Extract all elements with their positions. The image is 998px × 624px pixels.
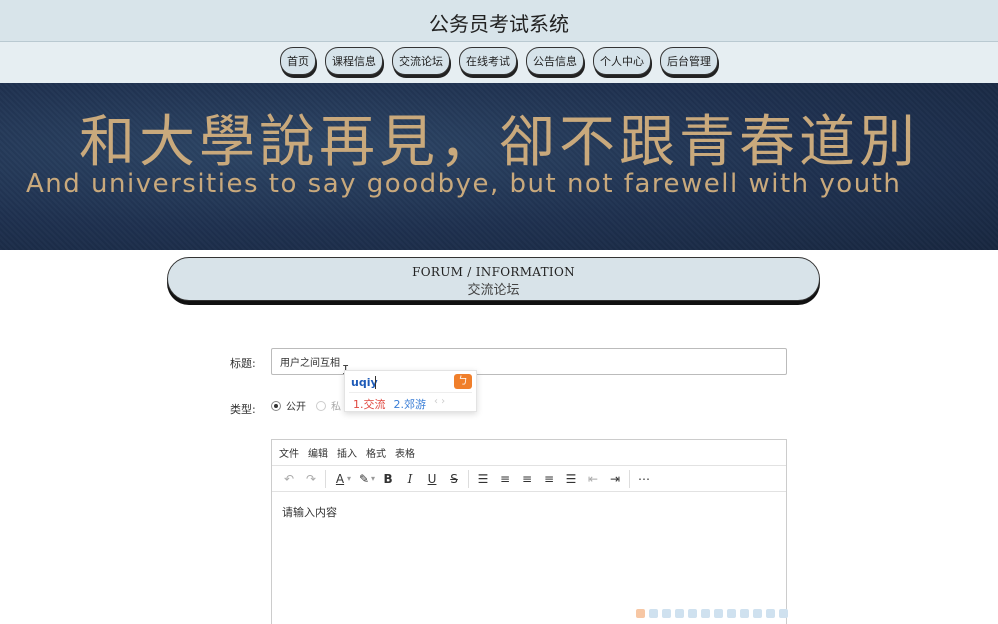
ime-status-icon[interactable] — [675, 609, 684, 618]
indent-icon[interactable]: ⇥ — [604, 468, 626, 490]
align-left-icon[interactable]: ≡ — [494, 468, 516, 490]
menu-file[interactable]: 文件 — [279, 445, 299, 460]
menu-insert[interactable]: 插入 — [337, 445, 357, 460]
align-right-icon[interactable]: ≡ — [538, 468, 560, 490]
ime-caret — [375, 376, 376, 389]
type-radio-private[interactable]: 私 — [316, 398, 341, 413]
menu-format[interactable]: 格式 — [366, 445, 386, 460]
ime-composition: uqiy — [351, 376, 378, 389]
ime-status-icon[interactable] — [740, 609, 749, 618]
chevron-down-icon[interactable]: ▾ — [347, 474, 351, 483]
nav-item-online-exam[interactable]: 在线考试 — [459, 47, 517, 75]
radio-checked-icon — [271, 400, 281, 411]
menu-edit[interactable]: 编辑 — [308, 445, 328, 460]
ime-status-icon[interactable] — [727, 609, 736, 618]
align-center-icon[interactable]: ≡ — [516, 468, 538, 490]
title-label: 标题: — [230, 357, 256, 370]
underline-icon[interactable]: U — [421, 468, 443, 490]
nav-item-courses[interactable]: 课程信息 — [325, 47, 383, 75]
nav-item-admin[interactable]: 后台管理 — [660, 47, 718, 75]
nav-item-home[interactable]: 首页 — [280, 47, 316, 75]
align-justify-icon[interactable]: ☰ — [560, 468, 582, 490]
toolbar-divider — [325, 469, 326, 488]
ime-logo-icon[interactable]: ㄅ — [454, 374, 472, 389]
radio-unchecked-icon — [316, 400, 326, 411]
toolbar-divider — [629, 469, 631, 488]
nav-item-personal-center[interactable]: 个人中心 — [593, 47, 651, 75]
section-title-cn: 交流论坛 — [467, 283, 520, 298]
undo-icon[interactable]: ↶ — [278, 468, 300, 490]
ime-status-icon[interactable] — [636, 609, 645, 618]
ime-status-icon[interactable] — [662, 609, 671, 618]
chevron-down-icon[interactable]: ▾ — [371, 474, 375, 483]
italic-icon[interactable]: I — [399, 468, 421, 490]
toolbar-divider — [468, 469, 470, 488]
page: 公务员考试系统 首页 课程信息 交流论坛 在线考试 公告信息 个人中心 后台管理… — [0, 0, 998, 624]
ime-candidate-2[interactable]: 2.郊游 — [394, 396, 427, 412]
ime-status-icon[interactable] — [779, 609, 788, 618]
type-option-label: 私 — [331, 402, 341, 413]
more-icon[interactable]: ⋯ — [633, 468, 655, 490]
bold-icon[interactable]: B — [377, 468, 399, 490]
nav-item-forum[interactable]: 交流论坛 — [392, 47, 450, 75]
type-radio-group: 公开 私 — [271, 398, 351, 413]
ime-status-icon[interactable] — [649, 609, 658, 618]
ime-page-arrows-icon[interactable]: ‹ › — [434, 396, 445, 412]
editor-toolbar: ↶ ↷ A ▾ ✎ ▾ B I U S ☰ ≡ ≡ ≡ ☰ ⇤ ⇥ ⋯ — [272, 466, 786, 492]
ime-divider — [349, 392, 472, 393]
ime-status-icon[interactable] — [701, 609, 710, 618]
ime-status-icon[interactable] — [753, 609, 762, 618]
ime-candidate-popup: uqiy ㄅ 1.交流 2.郊游 ‹ › — [344, 370, 477, 412]
type-label: 类型: — [230, 403, 256, 416]
main-nav: 首页 课程信息 交流论坛 在线考试 公告信息 个人中心 后台管理 — [0, 42, 998, 83]
ime-status-icon[interactable] — [688, 609, 697, 618]
ime-status-icon[interactable] — [714, 609, 723, 618]
section-title-en: FORUM / INFORMATION — [412, 265, 575, 279]
top-header: 公务员考试系统 — [0, 0, 998, 42]
redo-icon[interactable]: ↷ — [300, 468, 322, 490]
ime-status-icon[interactable] — [766, 609, 775, 618]
ime-candidate-1[interactable]: 1.交流 — [353, 396, 386, 412]
type-radio-public[interactable]: 公开 — [271, 398, 306, 413]
editor-content[interactable]: 请输入内容 — [272, 492, 786, 532]
list-icon[interactable]: ☰ — [472, 468, 494, 490]
type-option-label: 公开 — [286, 402, 306, 413]
outdent-icon[interactable]: ⇤ — [582, 468, 604, 490]
strikethrough-icon[interactable]: S — [443, 468, 465, 490]
banner-headline: 和大學說再見，卻不跟青春道別 — [79, 110, 919, 175]
section-heading: FORUM / INFORMATION 交流论坛 — [167, 257, 820, 301]
rich-text-editor: 文件 编辑 插入 格式 表格 ↶ ↷ A ▾ ✎ ▾ B I U S ☰ ≡ ≡… — [271, 439, 787, 624]
ime-status-bar — [636, 609, 788, 618]
menu-table[interactable]: 表格 — [395, 445, 415, 460]
editor-menubar: 文件 编辑 插入 格式 表格 — [272, 440, 786, 466]
hero-banner: 和大學說再見，卻不跟青春道別 And universities to say g… — [0, 83, 998, 250]
banner-subline: And universities to say goodbye, but not… — [26, 169, 902, 199]
nav-item-announcements[interactable]: 公告信息 — [526, 47, 584, 75]
site-title: 公务员考试系统 — [429, 12, 569, 36]
